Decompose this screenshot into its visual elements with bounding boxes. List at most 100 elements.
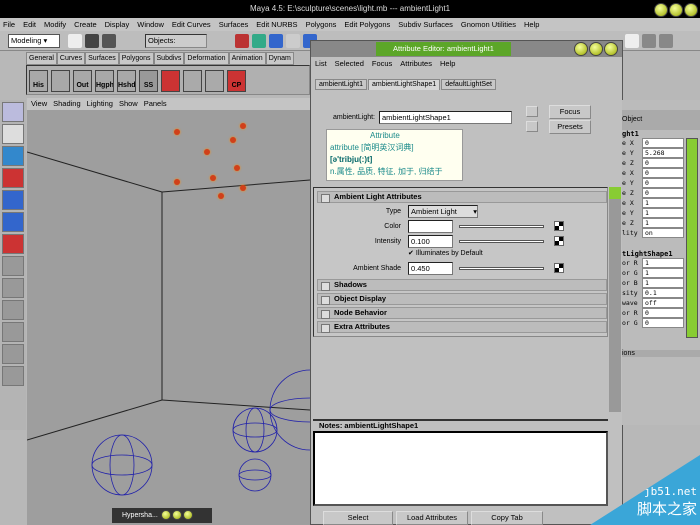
- channel-value[interactable]: 0: [642, 188, 684, 198]
- channel-row[interactable]: e Z 0: [622, 188, 684, 198]
- channel-row[interactable]: lity on: [622, 228, 684, 238]
- menu-edit-nurbs[interactable]: Edit NURBS: [256, 18, 297, 31]
- tool-4[interactable]: [2, 190, 24, 210]
- tool-7[interactable]: [2, 256, 24, 276]
- menu-subdiv-surfaces[interactable]: Subdiv Surfaces: [398, 18, 453, 31]
- channel-row[interactable]: sity 0.1: [622, 288, 684, 298]
- channel-row[interactable]: e X 0: [622, 168, 684, 178]
- shelf-tab-surfaces[interactable]: Surfaces: [85, 52, 119, 65]
- tool-3[interactable]: [2, 168, 24, 188]
- channel-value[interactable]: 0: [642, 168, 684, 178]
- ae-tab-ambientLight1[interactable]: ambientLight1: [315, 79, 367, 90]
- tool-12[interactable]: [2, 366, 24, 386]
- menu-edit-polygons[interactable]: Edit Polygons: [344, 18, 390, 31]
- shelf-item-0[interactable]: His: [29, 70, 48, 92]
- tool-11[interactable]: [2, 344, 24, 364]
- channel-value[interactable]: 0: [642, 158, 684, 168]
- tool-6[interactable]: [2, 234, 24, 254]
- channel-value[interactable]: 5.268: [642, 148, 684, 158]
- section-shadows[interactable]: Shadows: [317, 279, 607, 291]
- ae-tab-ambientLightShape1[interactable]: ambientLightShape1: [367, 79, 441, 90]
- shelf-item-3[interactable]: Hgph: [95, 70, 114, 92]
- channel-row[interactable]: e X 0: [622, 138, 684, 148]
- shelf-item-4[interactable]: Hshd: [117, 70, 136, 92]
- channel-row[interactable]: or R 1: [622, 258, 684, 268]
- shelf-tab-dynam[interactable]: Dynam: [265, 52, 294, 65]
- channel-value[interactable]: 0: [642, 138, 684, 148]
- channel-value[interactable]: 1: [642, 208, 684, 218]
- viewport-menu-lighting[interactable]: Lighting: [87, 98, 113, 110]
- select-button[interactable]: Select: [323, 511, 393, 525]
- channel-value[interactable]: 1: [642, 278, 684, 288]
- tool-0[interactable]: [2, 102, 24, 122]
- channel-value[interactable]: 1: [642, 258, 684, 268]
- channel-row[interactable]: e Z 1: [622, 218, 684, 228]
- file-icons[interactable]: [68, 34, 119, 50]
- presets-button[interactable]: Presets: [549, 120, 591, 134]
- viewport-menu-panels[interactable]: Panels: [144, 98, 167, 110]
- channel-value[interactable]: off: [642, 298, 684, 308]
- intensity-slider[interactable]: [459, 240, 544, 243]
- channel-value[interactable]: 1: [642, 268, 684, 278]
- menu-edit[interactable]: Edit: [23, 18, 36, 31]
- shelf-item-2[interactable]: Out: [73, 70, 92, 92]
- shelf-item-5[interactable]: SS: [139, 70, 158, 92]
- channel-row[interactable]: wave off: [622, 298, 684, 308]
- shelf-item-6[interactable]: [161, 70, 180, 92]
- shelf-tab-subdivs[interactable]: Subdivs: [153, 52, 185, 65]
- ae-menu-help[interactable]: Help: [440, 58, 455, 70]
- section-extra-attributes[interactable]: Extra Attributes: [317, 321, 607, 333]
- ae-menu-selected[interactable]: Selected: [335, 58, 364, 70]
- point-light-3[interactable]: [230, 137, 236, 143]
- menu-polygons[interactable]: Polygons: [306, 18, 337, 31]
- point-light-5[interactable]: [234, 165, 240, 171]
- viewport[interactable]: View Shading Lighting Show Panels Hypersha..…: [27, 98, 310, 525]
- ae-menu-attributes[interactable]: Attributes: [400, 58, 432, 70]
- illuminates-checkbox[interactable]: ✔ Illuminates by Default: [408, 249, 483, 257]
- channel-row[interactable]: or G 1: [622, 268, 684, 278]
- channel-value[interactable]: 0: [642, 318, 684, 328]
- channel-value[interactable]: 0: [642, 308, 684, 318]
- color-map-button[interactable]: [554, 221, 564, 231]
- channel-row[interactable]: e X 1: [622, 198, 684, 208]
- objects-field[interactable]: Objects:: [145, 34, 207, 48]
- viewport-menu-shading[interactable]: Shading: [53, 98, 81, 110]
- channel-row[interactable]: e Y 5.268: [622, 148, 684, 158]
- shelf-tab-general[interactable]: General: [26, 52, 57, 65]
- channel-value[interactable]: 1: [642, 198, 684, 208]
- copy-tab-button[interactable]: Copy Tab: [471, 511, 543, 525]
- ae-menu-list[interactable]: List: [315, 58, 327, 70]
- shelf-tab-animation[interactable]: Animation: [228, 52, 266, 65]
- ae-menu-focus[interactable]: Focus: [372, 58, 392, 70]
- intensity-field[interactable]: 0.100: [408, 235, 453, 248]
- menu-create[interactable]: Create: [74, 18, 97, 31]
- ae-scrollbar[interactable]: [609, 187, 621, 412]
- channel-value[interactable]: on: [642, 228, 684, 238]
- tool-9[interactable]: [2, 300, 24, 320]
- mode-select[interactable]: Modeling ▾: [8, 34, 60, 48]
- channel-row[interactable]: or B 1: [622, 278, 684, 288]
- ae-window-controls[interactable]: [573, 42, 618, 56]
- menu-help[interactable]: Help: [524, 18, 539, 31]
- point-light-8[interactable]: [218, 193, 224, 199]
- shelf-tab-polygons[interactable]: Polygons: [118, 52, 154, 65]
- channel-scrollbar[interactable]: [686, 138, 698, 338]
- menu-gnomon-utilities[interactable]: Gnomon Utilities: [461, 18, 516, 31]
- point-light-4[interactable]: [210, 175, 216, 181]
- menu-edit-curves[interactable]: Edit Curves: [172, 18, 211, 31]
- channel-row[interactable]: e Y 0: [622, 178, 684, 188]
- menu-display[interactable]: Display: [105, 18, 130, 31]
- channel-row[interactable]: e Z 0: [622, 158, 684, 168]
- tool-2[interactable]: [2, 146, 24, 166]
- tool-5[interactable]: [2, 212, 24, 232]
- menu-surfaces[interactable]: Surfaces: [219, 18, 249, 31]
- shelf-tab-curves[interactable]: Curves: [56, 52, 86, 65]
- tool-10[interactable]: [2, 322, 24, 342]
- menu-window[interactable]: Window: [137, 18, 164, 31]
- ambient-shade-field[interactable]: 0.450: [408, 262, 453, 275]
- color-slider[interactable]: [459, 225, 544, 228]
- notes-textarea[interactable]: [313, 431, 608, 506]
- ambient-shade-slider[interactable]: [459, 267, 544, 270]
- channel-value[interactable]: 0: [642, 178, 684, 188]
- channel-value[interactable]: 1: [642, 218, 684, 228]
